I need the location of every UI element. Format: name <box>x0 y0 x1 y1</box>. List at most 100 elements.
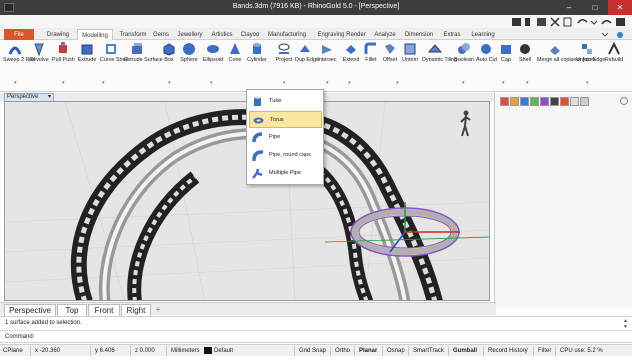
materials-icon[interactable] <box>540 97 549 106</box>
status-planar[interactable]: Planar <box>354 346 377 356</box>
command-prompt: Command: <box>5 334 35 340</box>
project-button[interactable]: Project <box>273 42 295 63</box>
project-label: Project <box>275 57 293 63</box>
extrude-surface-button[interactable]: Extrude Surface <box>124 42 163 63</box>
layers-icon[interactable] <box>510 97 519 106</box>
curve-shell-button[interactable]: Curve Shell <box>100 42 128 63</box>
group-dropdown-arrow[interactable]: ▾ <box>102 80 105 86</box>
boolean-button[interactable]: Boolean <box>452 42 476 63</box>
group-dropdown-arrow[interactable]: ▾ <box>502 80 505 86</box>
close-button[interactable]: ✕ <box>608 0 632 15</box>
intersec-button[interactable]: Intersec <box>315 42 339 63</box>
display-icon[interactable] <box>520 97 529 106</box>
dynamic-tiling-button[interactable]: Dynamic Tiling <box>422 42 457 63</box>
menu-item-pipe[interactable]: Pipe <box>249 129 322 146</box>
cone-button[interactable]: Cone <box>226 42 244 63</box>
properties-icon[interactable] <box>500 97 509 106</box>
unjoin-edge-icon <box>582 44 592 54</box>
fillet-label: Fillet <box>365 57 377 63</box>
status-y: y 6.406 <box>90 346 115 356</box>
status-layer[interactable]: Default <box>214 346 233 356</box>
status-grid-snap[interactable]: Grid Snap <box>294 346 326 356</box>
rebuild-button[interactable]: Rebuild <box>600 42 628 63</box>
group-dropdown-arrow[interactable]: ▾ <box>462 80 465 86</box>
minimize-button[interactable]: – <box>556 0 582 15</box>
pull-push-button[interactable]: Pull Push <box>52 42 75 63</box>
tab-right[interactable]: Right <box>121 304 151 316</box>
help-panel-icon[interactable] <box>580 97 589 106</box>
project-icon <box>278 43 290 54</box>
quick-access-icons[interactable] <box>512 17 628 27</box>
menu-item-label: Multiple Pipe <box>269 170 302 176</box>
offset-button[interactable]: Offset <box>380 42 400 63</box>
status-gumball[interactable]: Gumball <box>448 346 477 356</box>
menu-item-torus[interactable]: Torus <box>249 111 322 128</box>
boolean-icon <box>458 43 470 54</box>
status-osnap[interactable]: Osnap <box>382 346 405 356</box>
tab-perspective[interactable]: Perspective <box>4 304 56 316</box>
ellipsoid-icon <box>207 45 219 53</box>
group-dropdown-arrow[interactable]: ▾ <box>62 80 65 86</box>
sweep-2-rail-button[interactable]: Sweep 2 Rail <box>3 42 35 63</box>
status-ortho[interactable]: Ortho <box>330 346 350 356</box>
revolve-button[interactable]: Revolve <box>28 42 50 63</box>
camera-icon[interactable] <box>550 97 559 106</box>
group-dropdown-arrow[interactable]: ▾ <box>326 80 329 86</box>
ellipsoid-button[interactable]: Ellipsoid <box>200 42 226 63</box>
group-dropdown-arrow[interactable]: ▾ <box>283 80 286 86</box>
shell-button[interactable]: Shell <box>515 42 535 63</box>
menu-item-label: Pipe, round caps <box>269 152 311 158</box>
extrude-surface-icon <box>132 43 142 54</box>
box-icon <box>163 43 175 56</box>
menu-item-tube[interactable]: Tube <box>249 93 322 110</box>
render-icon[interactable] <box>530 97 539 106</box>
group-dropdown-arrow[interactable]: ▾ <box>586 80 589 86</box>
group-dropdown-arrow[interactable]: ▾ <box>348 80 351 86</box>
group-dropdown-arrow[interactable]: ▾ <box>396 80 399 86</box>
save-icon <box>616 18 625 26</box>
status-cplane[interactable]: CPlane <box>3 346 23 356</box>
group-dropdown-arrow[interactable]: ▾ <box>14 80 17 86</box>
history-scroll-arrows[interactable]: ▲ ▼ <box>623 318 628 330</box>
menu-item-pipe-round-caps[interactable]: Pipe, round caps <box>249 147 322 164</box>
group-dropdown-arrow[interactable]: ▾ <box>168 80 171 86</box>
merge-coplanar-button[interactable]: Merge all coplanar faces <box>537 42 596 63</box>
sphere-button[interactable]: Sphere <box>178 42 200 63</box>
notes-icon[interactable] <box>570 97 579 106</box>
dup-edge-button[interactable]: Dup Edge <box>295 42 319 63</box>
command-line[interactable]: Command: <box>0 330 632 343</box>
untrim-button[interactable]: Untrim <box>400 42 420 63</box>
cylinder-icon <box>253 43 261 54</box>
extrude-icon <box>81 44 93 55</box>
cap-button[interactable]: Cap <box>497 42 515 63</box>
intersec-label: Intersec <box>317 57 337 63</box>
extend-button[interactable]: Extend <box>340 42 362 63</box>
ellipsoid-label: Ellipsoid <box>202 57 224 63</box>
layer-color-swatch[interactable] <box>204 347 212 354</box>
scale-figure <box>460 110 471 137</box>
rebuild-icon <box>608 42 620 55</box>
window-title: Bands.3dm (7916 KB) - RhinoGold 5.0 - [P… <box>232 3 400 10</box>
status-record-history[interactable]: Record History <box>483 346 528 356</box>
panel-settings-gear-icon[interactable] <box>620 97 628 105</box>
maximize-button[interactable]: □ <box>582 0 608 15</box>
revolve-label: Revolve <box>29 57 49 63</box>
box-button[interactable]: Box <box>159 42 179 63</box>
group-dropdown-arrow[interactable]: ▾ <box>210 80 213 86</box>
auto-cut-button[interactable]: Auto Cut <box>476 42 497 63</box>
status-smarttrack[interactable]: SmartTrack <box>408 346 444 356</box>
ribbon-collapse-controls[interactable] <box>600 31 630 39</box>
library-icon[interactable] <box>560 97 569 106</box>
add-viewport-button[interactable]: + <box>152 304 164 316</box>
fillet-button[interactable]: Fillet <box>362 42 380 63</box>
menu-item-multiple-pipe[interactable]: Multiple Pipe <box>249 165 322 182</box>
extrude-button[interactable]: Extrude <box>76 42 98 63</box>
group-dropdown-arrow[interactable]: ▾ <box>526 80 529 86</box>
chevron-down-icon[interactable]: ▾ <box>48 94 51 101</box>
tab-front[interactable]: Front <box>88 304 120 316</box>
unjoin-edge-button[interactable]: Unjoin Edge <box>576 42 605 63</box>
status-filter[interactable]: Filter <box>533 346 551 356</box>
sphere-label: Sphere <box>180 57 198 63</box>
cylinder-button[interactable]: Cylinder <box>244 42 270 63</box>
tab-top[interactable]: Top <box>57 304 87 316</box>
